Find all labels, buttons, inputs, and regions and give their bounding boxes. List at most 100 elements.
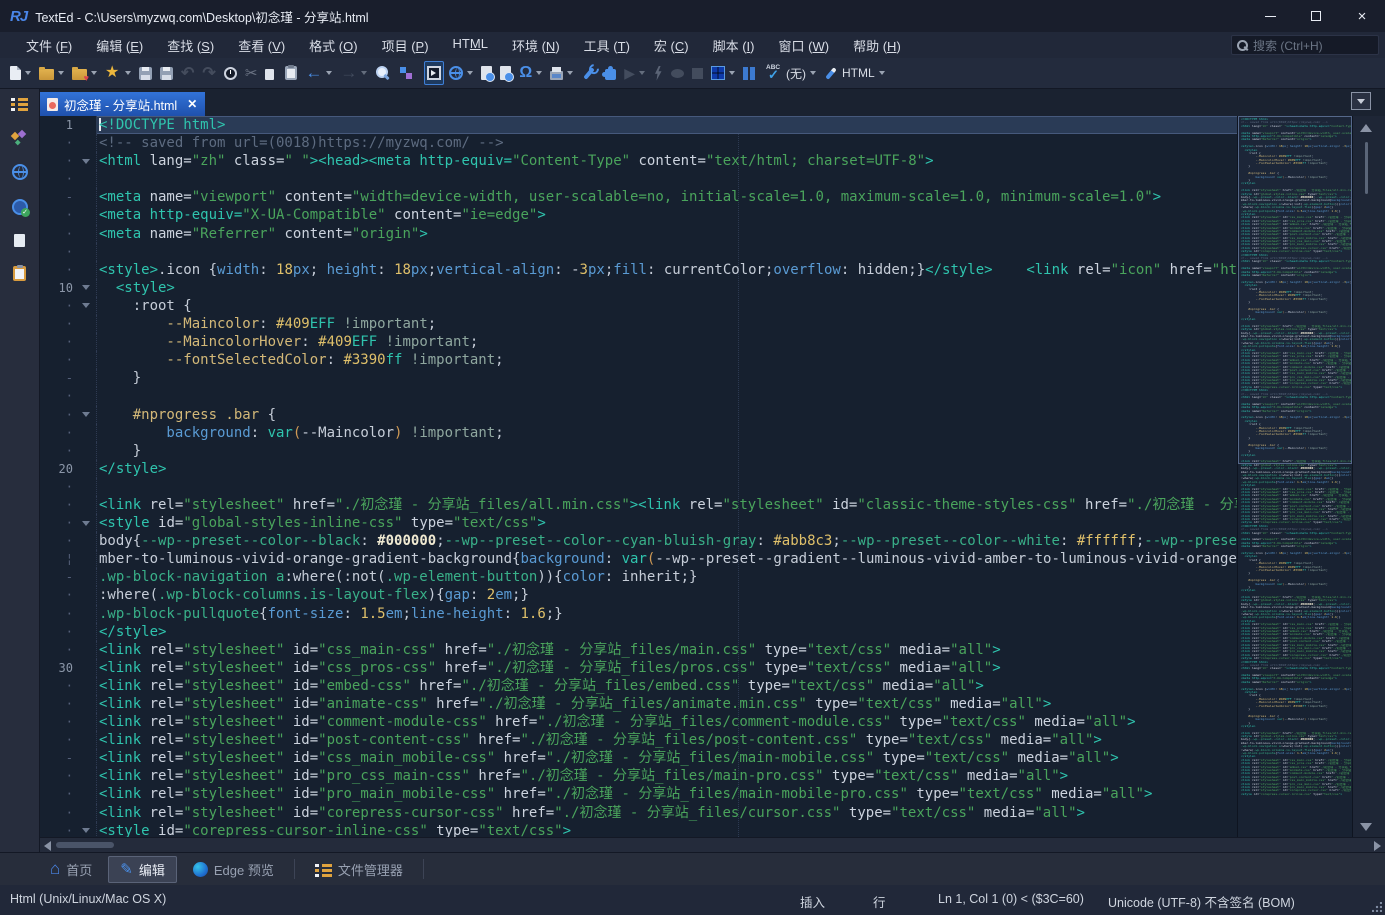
code-line[interactable]: ·<link rel="stylesheet" id="post-content… bbox=[40, 731, 1237, 749]
code-line[interactable]: ·<style>.icon {width: 18px; height: 18px… bbox=[40, 261, 1237, 279]
menu-item-工具[interactable]: 工具 (T) bbox=[572, 33, 642, 58]
split-view-button[interactable] bbox=[740, 61, 760, 85]
fold-toggle-icon[interactable] bbox=[76, 514, 96, 532]
code-line[interactable]: 30<link rel="stylesheet" id="css_pros-cs… bbox=[40, 659, 1237, 677]
fold-toggle-icon[interactable] bbox=[76, 152, 96, 170]
horizontal-scroll-thumb[interactable] bbox=[56, 842, 114, 848]
code-line[interactable]: ·<meta name="Referrer" content="origin"> bbox=[40, 225, 1237, 243]
plugins-button[interactable] bbox=[602, 61, 619, 85]
chevron-down-icon[interactable] bbox=[25, 71, 31, 75]
new-file-button[interactable] bbox=[7, 61, 34, 85]
minimap[interactable]: <!DOCTYPE html><!-- saved from url=(0018… bbox=[1238, 116, 1353, 837]
menu-item-项目[interactable]: 项目 (P) bbox=[370, 33, 441, 58]
bottom-tab-edit[interactable]: 编辑 bbox=[108, 856, 177, 883]
code-line[interactable]: ·<link rel="stylesheet" id="pro_css_main… bbox=[40, 767, 1237, 785]
chevron-down-icon[interactable] bbox=[639, 71, 645, 75]
code-line[interactable]: ·<link rel="stylesheet" id="corepress-cu… bbox=[40, 804, 1237, 822]
save-button[interactable] bbox=[136, 61, 155, 85]
code-line[interactable]: ·<meta http-equiv="X-UA-Compatible" cont… bbox=[40, 206, 1237, 224]
menu-item-宏[interactable]: 宏 (C) bbox=[642, 33, 701, 58]
tools-button[interactable] bbox=[578, 61, 600, 85]
maximize-button[interactable] bbox=[1293, 0, 1339, 32]
fold-toggle-icon[interactable] bbox=[76, 822, 96, 837]
code-line[interactable]: · background: var(--Maincolor) !importan… bbox=[40, 424, 1237, 442]
bottom-tab-file-manager[interactable]: 文件管理器 bbox=[303, 856, 415, 883]
code-line[interactable]: ·<link rel="stylesheet" id="pro_main_mob… bbox=[40, 785, 1237, 803]
open-favorite-folder-button[interactable] bbox=[69, 61, 100, 85]
vertical-scroll-thumb[interactable] bbox=[1365, 142, 1368, 194]
code-line[interactable]: ·<html lang="zh" class=" "><head><meta h… bbox=[40, 152, 1237, 170]
code-line[interactable]: · --MaincolorHover: #409EFF !important; bbox=[40, 333, 1237, 351]
preview-pane-toggle-button[interactable] bbox=[424, 61, 444, 85]
syntax-scheme-button[interactable]: HTML bbox=[821, 61, 888, 85]
code-line[interactable]: · bbox=[40, 243, 1237, 261]
code-line[interactable]: -<link rel="stylesheet" id="css_main_mob… bbox=[40, 749, 1237, 767]
menu-item-格式[interactable]: 格式 (O) bbox=[297, 33, 369, 58]
code-editor[interactable]: 1<!DOCTYPE html>·<!-- saved from url=(00… bbox=[40, 116, 1238, 837]
bottom-tab-edge-preview[interactable]: Edge 预览 bbox=[181, 856, 286, 883]
tab-list-dropdown-button[interactable] bbox=[1351, 92, 1371, 110]
status-caret-position[interactable]: Ln 1, Col 1 (0) < ($3C=60) bbox=[938, 892, 1084, 906]
web-sync-icon[interactable] bbox=[12, 199, 28, 215]
redo-button[interactable] bbox=[199, 61, 218, 85]
chevron-down-icon[interactable] bbox=[125, 71, 131, 75]
code-line[interactable]: ·body{--wp--preset--color--black: #00000… bbox=[40, 532, 1237, 550]
menu-item-文件[interactable]: 文件 (F) bbox=[14, 33, 84, 58]
minimap-viewport[interactable] bbox=[1238, 116, 1352, 464]
menu-item-编辑[interactable]: 编辑 (E) bbox=[84, 33, 155, 58]
fold-toggle-icon[interactable] bbox=[76, 406, 96, 424]
clipboard-icon[interactable] bbox=[13, 266, 26, 281]
run-button[interactable] bbox=[621, 61, 648, 85]
code-line[interactable]: - } bbox=[40, 369, 1237, 387]
menu-item-查找[interactable]: 查找 (S) bbox=[155, 33, 226, 58]
menu-item-帮助[interactable]: 帮助 (H) bbox=[841, 33, 913, 58]
code-line[interactable]: · bbox=[40, 387, 1237, 405]
open-file-button[interactable] bbox=[36, 61, 67, 85]
window-layout-button[interactable] bbox=[708, 61, 738, 85]
fold-toggle-icon[interactable] bbox=[76, 279, 96, 297]
chevron-down-icon[interactable] bbox=[361, 71, 367, 75]
scroll-down-icon[interactable] bbox=[1360, 823, 1372, 831]
minimize-button[interactable] bbox=[1247, 0, 1293, 32]
close-button[interactable]: × bbox=[1339, 0, 1385, 32]
record-macro-button[interactable] bbox=[668, 61, 687, 85]
chevron-down-icon[interactable] bbox=[810, 71, 816, 75]
scroll-up-icon[interactable] bbox=[1360, 124, 1372, 132]
quick-run-button[interactable] bbox=[650, 61, 666, 85]
chevron-down-icon[interactable] bbox=[567, 71, 573, 75]
web-icon[interactable] bbox=[12, 164, 28, 180]
favorites-button[interactable] bbox=[102, 61, 134, 85]
code-line[interactable]: -<meta name="viewport" content="width=de… bbox=[40, 188, 1237, 206]
code-line[interactable]: ·<link rel="stylesheet" id="animate-css"… bbox=[40, 695, 1237, 713]
documents-icon[interactable] bbox=[14, 234, 25, 247]
code-line[interactable]: 10 <style> bbox=[40, 279, 1237, 297]
code-line[interactable]: ·<link rel="stylesheet" id="css_main-css… bbox=[40, 641, 1237, 659]
history-button[interactable] bbox=[221, 61, 240, 85]
snippets-icon[interactable] bbox=[11, 130, 28, 145]
code-line[interactable]: · bbox=[40, 170, 1237, 188]
code-line[interactable]: ·.wp-block-pullquote{font-size: 1.5em;li… bbox=[40, 605, 1237, 623]
navigate-back-button[interactable] bbox=[302, 61, 335, 85]
outline-icon[interactable] bbox=[11, 97, 28, 111]
fold-toggle-icon[interactable] bbox=[76, 297, 96, 315]
code-line[interactable]: ·:where(.wp-block-columns.is-layout-flex… bbox=[40, 586, 1237, 604]
code-line[interactable]: ·<link rel="stylesheet" id="embed-css" h… bbox=[40, 677, 1237, 695]
menu-item-查看[interactable]: 查看 (V) bbox=[226, 33, 297, 58]
chevron-down-icon[interactable] bbox=[58, 71, 64, 75]
stop-macro-button[interactable] bbox=[689, 61, 706, 85]
menu-item-窗口[interactable]: 窗口 (W) bbox=[767, 33, 842, 58]
search-input[interactable]: 搜索 (Ctrl+H) bbox=[1231, 35, 1379, 55]
navigate-forward-button[interactable] bbox=[337, 61, 370, 85]
code-line[interactable]: · #nprogress .bar { bbox=[40, 406, 1237, 424]
copy-button[interactable] bbox=[262, 61, 280, 85]
chevron-down-icon[interactable] bbox=[729, 71, 735, 75]
status-doc-type[interactable]: Html (Unix/Linux/Mac OS X) bbox=[10, 892, 166, 906]
menu-item-HTML[interactable]: HTML bbox=[441, 33, 500, 58]
code-line[interactable]: · bbox=[40, 478, 1237, 496]
cut-button[interactable] bbox=[242, 61, 261, 85]
browser-preview-2-button[interactable] bbox=[497, 61, 514, 85]
menu-item-脚本[interactable]: 脚本 (I) bbox=[701, 33, 767, 58]
browser-preview-1-button[interactable] bbox=[478, 61, 495, 85]
find-button[interactable] bbox=[372, 61, 394, 85]
status-encoding[interactable]: Unicode (UTF-8) 不含签名 (BOM) bbox=[1108, 892, 1295, 911]
